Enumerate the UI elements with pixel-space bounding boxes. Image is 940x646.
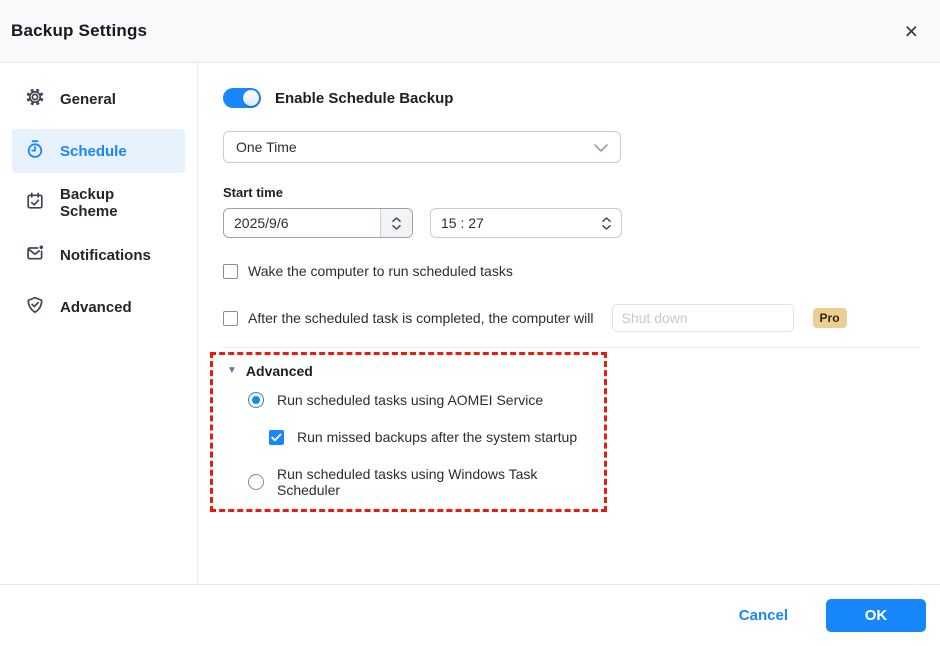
start-date-field: [223, 208, 413, 238]
spinner-up-icon: [602, 217, 611, 222]
start-time-label: Start time: [223, 185, 920, 200]
schedule-settings-panel: Enable Schedule Backup One Time Start ti…: [198, 63, 940, 584]
windows-scheduler-radio[interactable]: [248, 474, 264, 490]
schedule-frequency-select[interactable]: One Time: [223, 131, 621, 163]
aomei-service-radio[interactable]: [248, 392, 264, 408]
collapse-triangle-icon: ▼: [227, 366, 237, 376]
close-icon[interactable]: ×: [899, 18, 924, 45]
aomei-service-label[interactable]: Run scheduled tasks using AOMEI Service: [277, 392, 543, 408]
wake-computer-label[interactable]: Wake the computer to run scheduled tasks: [248, 263, 513, 279]
spinner-up-icon: [392, 217, 401, 222]
advanced-highlight-box: ▼ Advanced Run scheduled tasks using AOM…: [210, 352, 607, 512]
date-spinner[interactable]: [380, 209, 412, 237]
sidebar-item-label: Schedule: [60, 143, 127, 160]
ok-button[interactable]: OK: [826, 599, 926, 632]
calendar-check-icon: [25, 191, 45, 215]
section-divider: [223, 347, 920, 348]
toggle-knob: [243, 90, 259, 106]
selected-frequency: One Time: [236, 139, 297, 155]
chevron-down-icon: [594, 139, 608, 155]
after-task-label[interactable]: After the scheduled task is completed, t…: [248, 310, 594, 326]
missed-backups-label[interactable]: Run missed backups after the system star…: [297, 429, 577, 445]
spinner-down-icon: [392, 225, 401, 230]
sidebar-item-label: Backup Scheme: [60, 186, 172, 220]
sidebar-item-notifications[interactable]: Notifications: [12, 233, 185, 277]
check-icon: [271, 433, 282, 442]
spinner-down-icon: [602, 225, 611, 230]
backup-settings-dialog: Backup Settings × General: [0, 0, 940, 646]
sidebar-item-backup-scheme[interactable]: Backup Scheme: [12, 181, 185, 225]
start-clock-field: [430, 208, 622, 238]
sidebar-item-advanced[interactable]: Advanced: [12, 285, 185, 329]
missed-backups-row: Run missed backups after the system star…: [227, 429, 594, 445]
missed-backups-checkbox[interactable]: [269, 430, 284, 445]
windows-scheduler-row: Run scheduled tasks using Windows Task S…: [227, 466, 594, 498]
after-task-checkbox[interactable]: [223, 311, 238, 326]
settings-sidebar: General Schedule: [0, 63, 198, 584]
sidebar-item-schedule[interactable]: Schedule: [12, 129, 185, 173]
enable-schedule-toggle[interactable]: [223, 88, 261, 108]
stopwatch-icon: [25, 139, 45, 163]
after-task-row: After the scheduled task is completed, t…: [223, 304, 920, 332]
dialog-footer: Cancel OK: [0, 584, 940, 646]
windows-scheduler-label[interactable]: Run scheduled tasks using Windows Task S…: [277, 466, 594, 498]
shield-check-icon: [25, 295, 45, 319]
enable-schedule-label: Enable Schedule Backup: [275, 90, 453, 107]
sidebar-item-label: Advanced: [60, 299, 132, 316]
advanced-collapse-header[interactable]: ▼ Advanced: [227, 363, 594, 379]
time-spinner[interactable]: [591, 209, 621, 237]
shutdown-action-input: [612, 304, 794, 332]
start-date-input[interactable]: [224, 209, 380, 237]
pro-badge: Pro: [813, 308, 847, 328]
advanced-header-label: Advanced: [246, 363, 313, 379]
sidebar-item-general[interactable]: General: [12, 77, 185, 121]
mail-dot-icon: [25, 243, 45, 267]
wake-computer-checkbox[interactable]: [223, 264, 238, 279]
start-clock-input[interactable]: [431, 209, 591, 237]
sidebar-item-label: General: [60, 91, 116, 108]
wake-computer-row: Wake the computer to run scheduled tasks: [223, 263, 920, 279]
cancel-button[interactable]: Cancel: [739, 607, 788, 624]
gear-icon: [25, 87, 45, 111]
sidebar-item-label: Notifications: [60, 247, 151, 264]
titlebar: Backup Settings ×: [0, 0, 940, 63]
dialog-title: Backup Settings: [11, 21, 147, 41]
aomei-service-row: Run scheduled tasks using AOMEI Service: [227, 392, 594, 408]
